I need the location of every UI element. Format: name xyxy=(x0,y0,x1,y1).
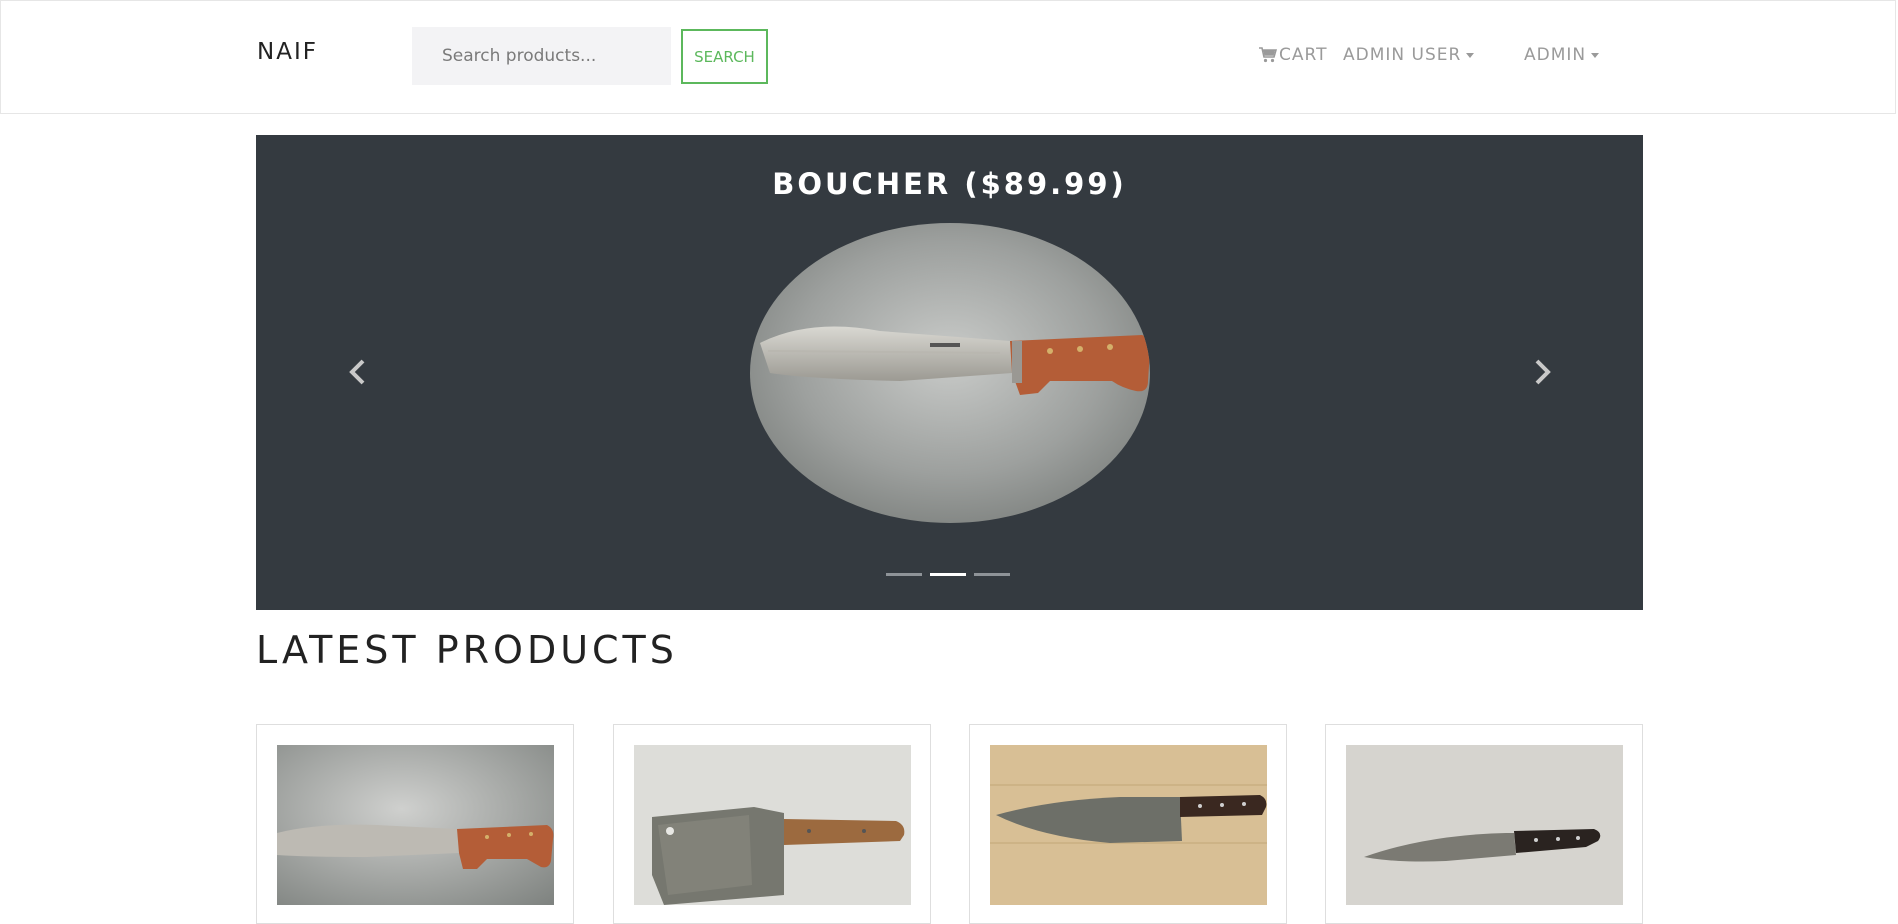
caret-down-icon xyxy=(1591,52,1600,58)
carousel-indicator-3[interactable] xyxy=(974,573,1010,576)
user-menu-dropdown[interactable]: ADMIN USER xyxy=(1343,45,1475,65)
product-image[interactable] xyxy=(277,745,554,905)
carousel-slide-title[interactable]: BOUCHER ($89.99) xyxy=(256,167,1643,201)
carousel-indicator-1[interactable] xyxy=(886,573,922,576)
product-card[interactable] xyxy=(1325,724,1643,924)
navbar: NAIF SEARCH CART ADMIN USER ADMIN xyxy=(0,0,1896,114)
product-image[interactable] xyxy=(1346,745,1623,905)
knife-image xyxy=(277,745,554,905)
product-card[interactable] xyxy=(256,724,574,924)
admin-menu-dropdown[interactable]: ADMIN xyxy=(1524,45,1600,65)
caret-down-icon xyxy=(1466,52,1475,58)
carousel-indicator-2[interactable] xyxy=(930,573,966,576)
cart-label: CART xyxy=(1279,45,1328,65)
admin-menu-label: ADMIN xyxy=(1524,45,1587,65)
knife-image xyxy=(750,223,1150,523)
search-input[interactable] xyxy=(412,27,671,85)
cart-icon xyxy=(1259,47,1277,63)
chef-knife-image xyxy=(990,745,1267,905)
chevron-right-icon[interactable] xyxy=(1526,357,1556,387)
product-card[interactable] xyxy=(613,724,931,924)
latest-products-heading: LATEST PRODUCTS xyxy=(256,628,678,672)
brand-logo[interactable]: NAIF xyxy=(257,39,318,65)
search-button[interactable]: SEARCH xyxy=(681,29,768,84)
cart-link[interactable]: CART xyxy=(1259,45,1327,65)
carousel-indicators xyxy=(886,573,1010,576)
product-image[interactable] xyxy=(990,745,1267,905)
product-image[interactable] xyxy=(634,745,911,905)
product-carousel: BOUCHER ($89.99) xyxy=(256,135,1643,610)
product-card[interactable] xyxy=(969,724,1287,924)
chef-knife-image xyxy=(1346,745,1623,905)
chevron-left-icon[interactable] xyxy=(344,357,374,387)
user-menu-label: ADMIN USER xyxy=(1343,45,1462,65)
carousel-product-image[interactable] xyxy=(750,223,1150,523)
cleaver-image xyxy=(634,745,911,905)
